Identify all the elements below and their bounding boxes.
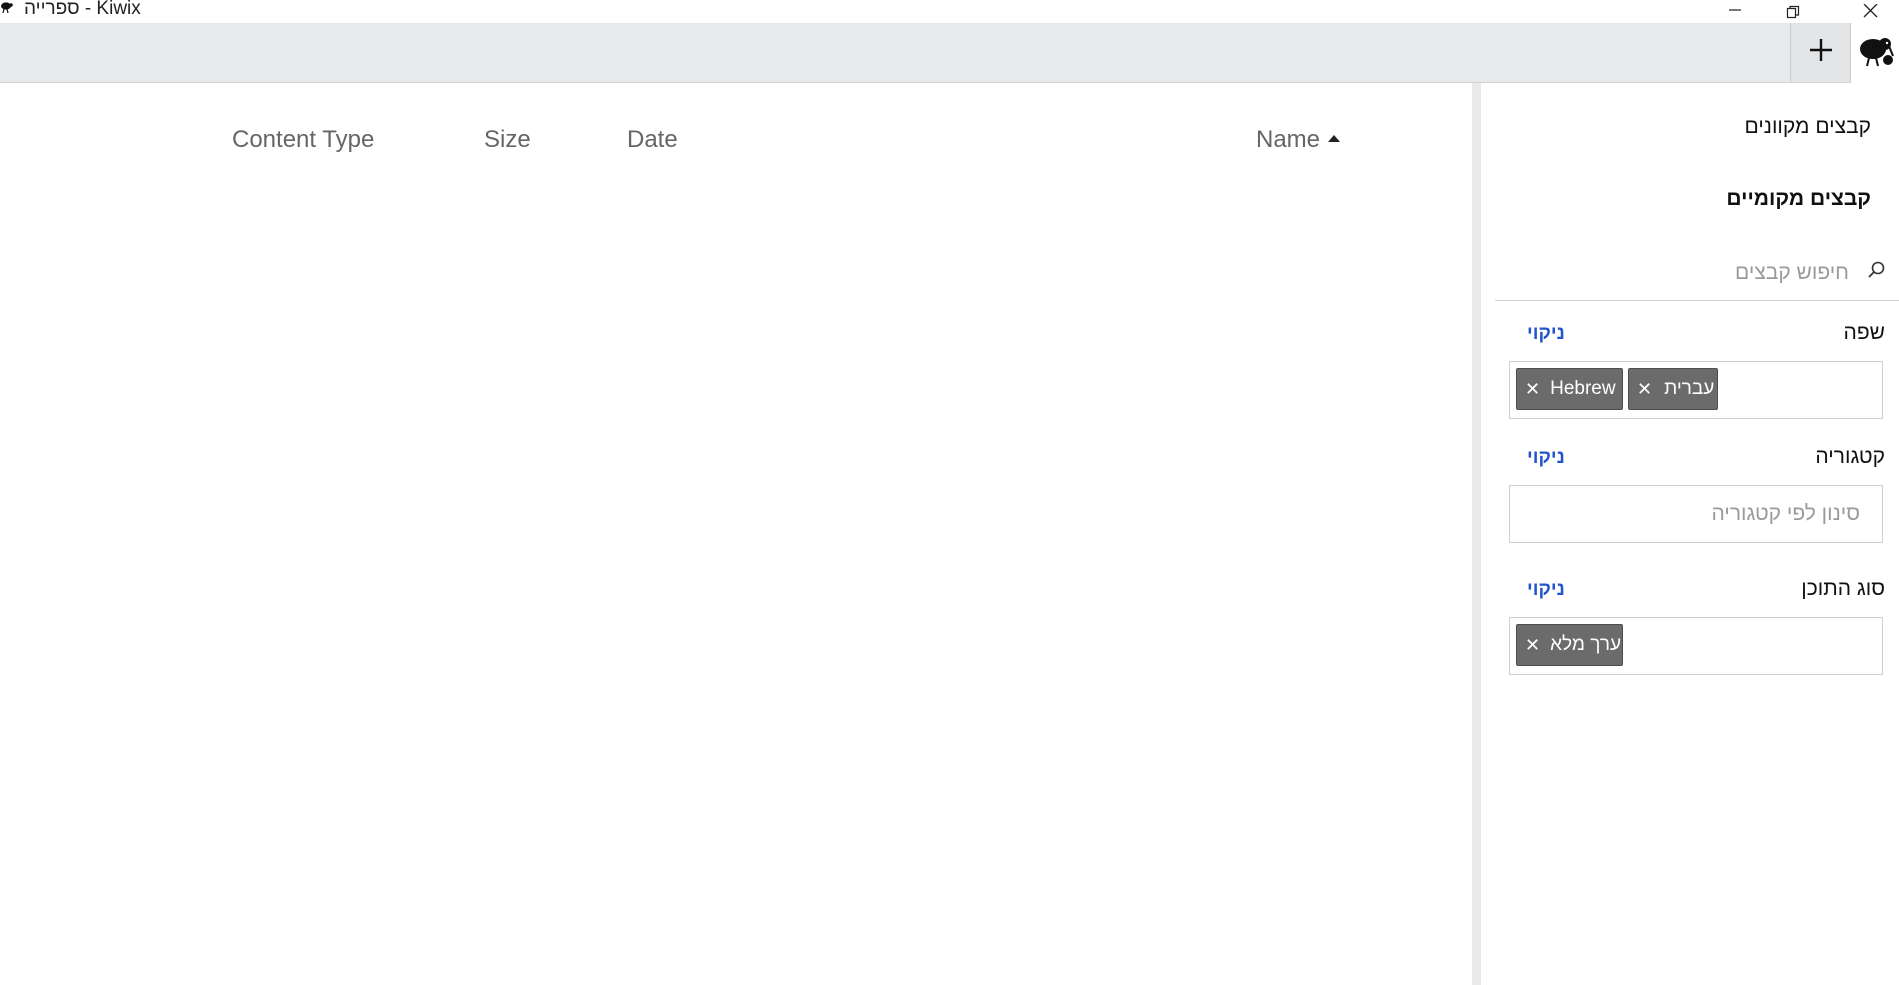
panel-splitter[interactable] bbox=[1472, 83, 1481, 985]
column-header-content-type[interactable]: Content Type bbox=[232, 126, 374, 154]
remove-chip-icon[interactable]: ✕ bbox=[1525, 635, 1540, 656]
clear-language-button[interactable]: ניקוי bbox=[1527, 323, 1565, 345]
restore-button[interactable] bbox=[1764, 0, 1822, 23]
column-label: Content Type bbox=[232, 126, 375, 153]
chip-label: Hebrew bbox=[1550, 378, 1616, 399]
filter-label-category: קטגוריה bbox=[1815, 445, 1885, 468]
library-tab[interactable] bbox=[1850, 23, 1899, 83]
remove-chip-icon[interactable]: ✕ bbox=[1637, 379, 1652, 400]
online-files-link[interactable]: קבצים מקוונים bbox=[1745, 115, 1871, 139]
column-header-size[interactable]: Size bbox=[484, 126, 531, 154]
minimize-icon bbox=[1728, 5, 1742, 19]
column-label: Size bbox=[484, 126, 531, 153]
language-filter-box[interactable]: ✕ Hebrew ✕ עברית bbox=[1509, 361, 1883, 419]
content-type-filter-box[interactable]: ✕ ערך מלא bbox=[1509, 617, 1883, 675]
filter-label-content-type: סוג התוכן bbox=[1801, 577, 1885, 600]
tab-bar bbox=[0, 23, 1899, 83]
new-tab-button[interactable] bbox=[1790, 23, 1850, 82]
search-input[interactable] bbox=[1547, 254, 1851, 292]
search-box bbox=[1495, 248, 1899, 301]
column-label: Name bbox=[1256, 126, 1321, 153]
column-header-name[interactable]: Name bbox=[1256, 126, 1341, 154]
clear-category-button[interactable]: ניקוי bbox=[1527, 447, 1565, 469]
window-title: ספרייה - Kiwix bbox=[24, 0, 141, 19]
sort-ascending-icon bbox=[1328, 135, 1341, 143]
column-label: Date bbox=[627, 126, 678, 153]
search-icon bbox=[1867, 260, 1887, 285]
side-panel: קבצים מקוונים קבצים מקומיים שפה ניקוי ✕ … bbox=[1481, 83, 1899, 985]
plus-icon bbox=[1808, 37, 1834, 68]
clear-content-type-button[interactable]: ניקוי bbox=[1527, 579, 1565, 601]
kiwix-app-icon bbox=[0, 1, 14, 15]
chip-label: עברית bbox=[1664, 378, 1715, 399]
content-type-chip-full[interactable]: ✕ ערך מלא bbox=[1516, 624, 1623, 666]
close-button[interactable] bbox=[1841, 0, 1899, 23]
category-filter-box bbox=[1509, 485, 1883, 543]
filter-label-language: שפה bbox=[1843, 321, 1885, 344]
restore-icon bbox=[1786, 5, 1800, 19]
title-bar: ספרייה - Kiwix bbox=[0, 0, 1899, 23]
close-icon bbox=[1862, 3, 1878, 20]
local-files-link[interactable]: קבצים מקומיים bbox=[1726, 187, 1871, 211]
language-chip-hebrew[interactable]: ✕ Hebrew bbox=[1516, 368, 1623, 410]
column-header-date[interactable]: Date bbox=[627, 126, 678, 154]
language-chip-ivrit[interactable]: ✕ עברית bbox=[1628, 368, 1718, 410]
minimize-button[interactable] bbox=[1706, 0, 1764, 23]
category-filter-input[interactable] bbox=[1510, 486, 1882, 542]
chip-label: ערך מלא bbox=[1550, 634, 1622, 655]
kiwix-logo-icon bbox=[1858, 34, 1894, 73]
remove-chip-icon[interactable]: ✕ bbox=[1525, 379, 1540, 400]
